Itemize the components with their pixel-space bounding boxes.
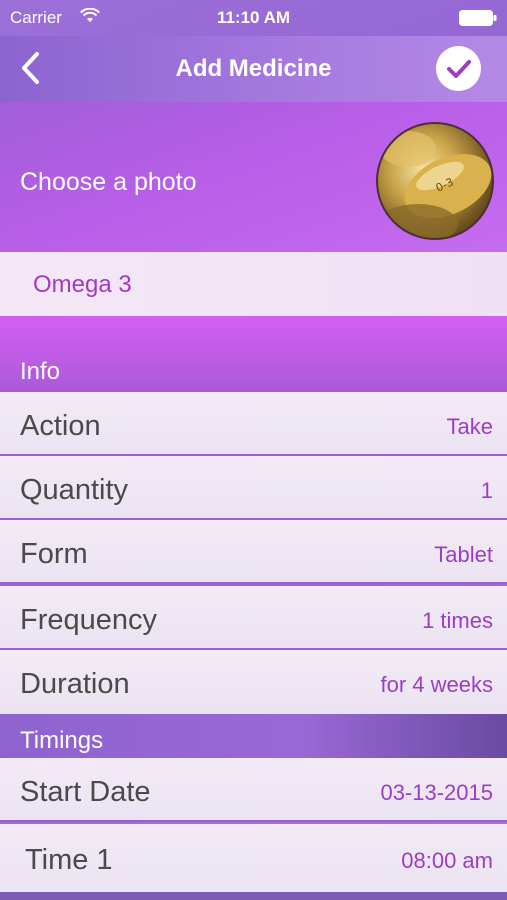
medicine-name-value: Omega 3 xyxy=(33,271,132,298)
status-bar: Carrier 11:10 AM xyxy=(0,0,507,36)
info-header-label: Info xyxy=(20,358,61,385)
choose-photo-label: Choose a photo xyxy=(20,168,197,196)
row-value: for 4 weeks xyxy=(380,672,494,697)
timings-header-label: Timings xyxy=(20,727,104,754)
row-duration[interactable]: Duration for 4 weeks xyxy=(0,650,507,714)
checkmark-icon xyxy=(446,59,471,78)
row-label: Form xyxy=(20,538,88,570)
page-title: Add Medicine xyxy=(175,55,332,82)
battery-icon xyxy=(459,10,497,26)
row-form[interactable]: Form Tablet xyxy=(0,520,507,584)
navigation-bar: Add Medicine xyxy=(0,36,507,102)
row-action[interactable]: Action Take xyxy=(0,392,507,456)
row-label: Quantity xyxy=(20,474,128,506)
done-button[interactable] xyxy=(436,46,481,91)
bottom-divider xyxy=(0,892,507,900)
capsule-image: 0-3 xyxy=(378,131,492,238)
info-section-header: Info xyxy=(0,316,507,392)
row-label: Duration xyxy=(20,668,130,700)
status-time: 11:10 AM xyxy=(216,8,291,27)
row-label: Time 1 xyxy=(25,844,113,876)
row-label: Start Date xyxy=(20,776,151,808)
row-start-date[interactable]: Start Date 03-13-2015 xyxy=(0,758,507,822)
row-label: Frequency xyxy=(20,604,158,636)
medicine-name-field[interactable]: Omega 3 xyxy=(0,252,507,316)
row-time-1[interactable]: Time 1 08:00 am xyxy=(0,824,507,892)
row-value: 08:00 am xyxy=(401,848,493,873)
row-value: Take xyxy=(446,414,493,439)
row-quantity[interactable]: Quantity 1 xyxy=(0,456,507,520)
row-value: 03-13-2015 xyxy=(380,780,493,805)
add-medicine-screen: Carrier 11:10 AM Add Medicine Choose a p… xyxy=(0,0,507,900)
choose-photo-row[interactable]: Choose a photo 0-3 xyxy=(0,102,507,252)
row-value: 1 xyxy=(480,478,493,503)
medicine-photo[interactable]: 0-3 xyxy=(376,122,494,240)
row-value: 1 times xyxy=(422,608,493,633)
row-value: Tablet xyxy=(434,542,493,567)
timings-section-header: Timings xyxy=(0,714,507,758)
row-label: Action xyxy=(20,410,101,442)
row-frequency[interactable]: Frequency 1 times xyxy=(0,586,507,650)
